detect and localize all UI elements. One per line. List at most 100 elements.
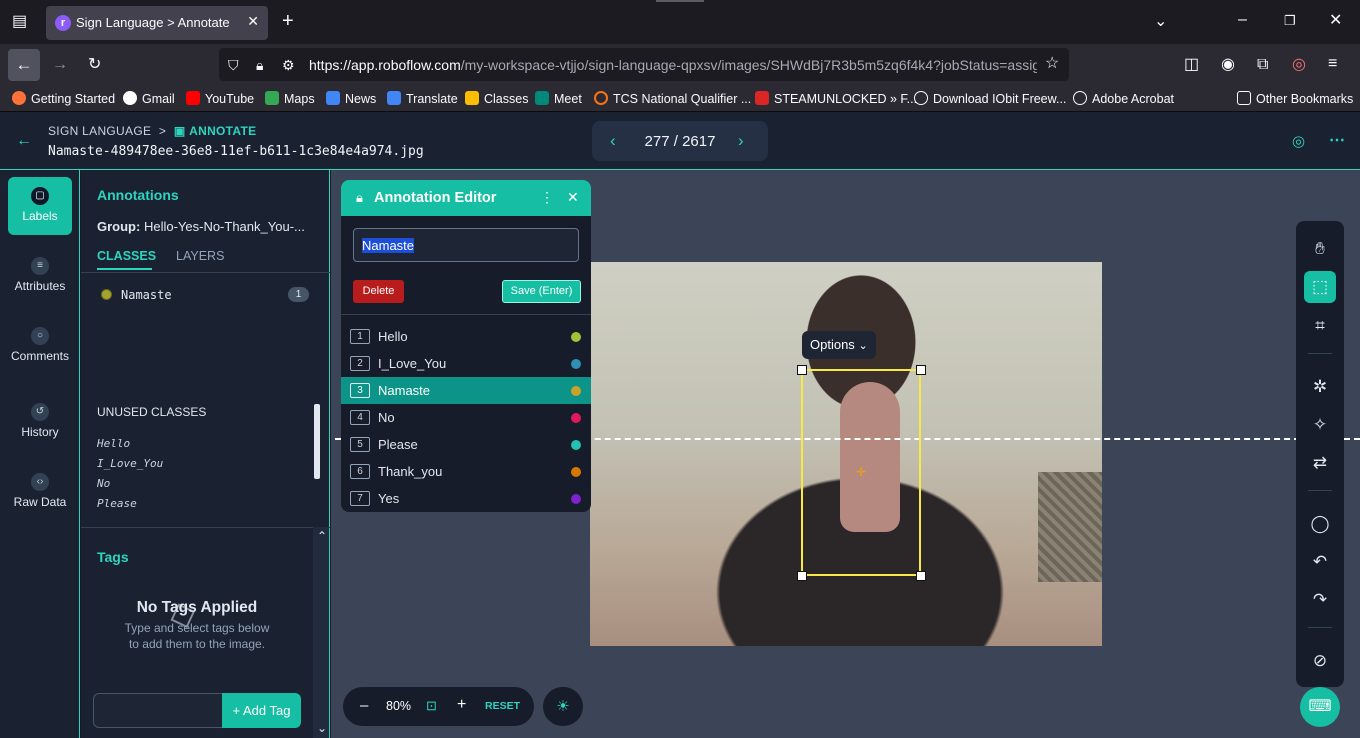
class-option[interactable]: 5 Please: [341, 431, 591, 458]
save-button[interactable]: Save (Enter): [502, 280, 581, 303]
class-option[interactable]: 6 Thank_you: [341, 458, 591, 485]
hide-annotations-icon[interactable]: ◎: [1292, 132, 1305, 150]
more-options-icon[interactable]: ⋯: [1329, 130, 1345, 150]
class-option-selected[interactable]: 3 Namaste: [341, 377, 591, 404]
permissions-icon[interactable]: ⚙: [282, 57, 295, 73]
delete-button[interactable]: Delete: [353, 280, 404, 303]
bookmark-item[interactable]: Maps: [265, 91, 315, 106]
bookmark-item[interactable]: News: [326, 91, 376, 106]
scroll-down-icon[interactable]: ⌄: [317, 721, 327, 735]
pocket-icon[interactable]: ◫: [1184, 57, 1199, 73]
bookmark-item[interactable]: Meet: [535, 91, 582, 106]
tool-panel: ✋︎ ⬚ ⌗ ✲ ✧ ⇄ ◯ ↶ ↷ ⊘: [1296, 221, 1344, 687]
comment-icon[interactable]: ◯: [1304, 508, 1336, 540]
tab-classes[interactable]: CLASSES: [97, 249, 156, 263]
crumb-project[interactable]: SIGN LANGUAGE: [48, 124, 151, 138]
bookmark-item[interactable]: Adobe Acrobat: [1073, 91, 1174, 106]
nav-attributes[interactable]: ≡ Attributes: [8, 247, 72, 305]
resize-handle[interactable]: [916, 571, 926, 581]
lock-icon[interactable]: 🔒︎: [256, 57, 263, 73]
magic-wand-icon[interactable]: ✧: [1304, 409, 1336, 441]
nav-comments[interactable]: ○ Comments: [8, 317, 72, 375]
new-tab-icon[interactable]: +: [282, 11, 294, 31]
reload-icon[interactable]: ↻: [88, 57, 101, 73]
window-close-icon[interactable]: ✕: [1329, 13, 1342, 29]
undo-icon[interactable]: ↶: [1304, 546, 1336, 578]
class-color-dot: [101, 289, 112, 300]
reset-button[interactable]: RESET: [485, 700, 520, 712]
brightness-icon[interactable]: ☀: [543, 687, 583, 726]
editor-close-icon[interactable]: ✕: [567, 189, 579, 206]
tab-underline: [97, 268, 152, 270]
nav-label: Labels: [22, 209, 58, 223]
browser-tab[interactable]: r Sign Language > Annotate ✕: [46, 6, 268, 40]
bounding-box-tool-icon[interactable]: ⬚: [1304, 271, 1336, 303]
lock-icon[interactable]: 🔒︎: [356, 190, 363, 206]
tab-list-icon[interactable]: ▤: [12, 14, 27, 30]
class-name-input[interactable]: Namaste: [353, 228, 579, 262]
account-icon[interactable]: ◉: [1221, 57, 1235, 73]
zoom-out-icon[interactable]: –: [360, 697, 368, 714]
zoom-lock-icon[interactable]: ⊡: [426, 698, 437, 714]
tag-input[interactable]: [93, 693, 223, 728]
back-icon[interactable]: ←: [8, 49, 40, 81]
extensions-icon[interactable]: ⧉: [1257, 57, 1268, 73]
tab-layers[interactable]: LAYERS: [176, 249, 224, 263]
unused-class[interactable]: I_Love_You: [97, 454, 163, 474]
unused-class[interactable]: Please: [97, 494, 163, 514]
unused-class[interactable]: Hello: [97, 434, 163, 454]
scrollbar-track[interactable]: [313, 527, 329, 738]
bookmark-item[interactable]: YouTube: [186, 91, 254, 106]
used-class-row[interactable]: Namaste 1: [81, 285, 330, 305]
bookmark-item[interactable]: Translate: [387, 91, 458, 106]
unused-class[interactable]: No: [97, 474, 163, 494]
bookmark-item[interactable]: TCS National Qualifier ...: [594, 91, 751, 106]
extension-glasses-icon[interactable]: ◎: [1292, 57, 1306, 73]
editor-more-icon[interactable]: ⋮: [540, 189, 554, 206]
bookmark-item[interactable]: Getting Started: [12, 91, 115, 106]
add-tag-button[interactable]: + Add Tag: [222, 693, 301, 728]
bookmark-item[interactable]: Classes: [465, 91, 528, 106]
group-info: Group: Hello-Yes-No-Thank_You-...: [97, 219, 305, 234]
scroll-up-icon[interactable]: ⌃: [317, 529, 327, 543]
scrollbar-thumb[interactable]: [314, 404, 320, 479]
next-image-icon[interactable]: ›: [738, 131, 744, 151]
annotate-icon: ▣: [173, 124, 186, 138]
hide-icon[interactable]: ⊘: [1304, 645, 1336, 677]
bookmark-star-icon[interactable]: ☆: [1045, 56, 1059, 72]
no-tags-sub2: to add them to the image.: [128, 637, 266, 651]
bookmark-label: Getting Started: [31, 92, 116, 106]
bookmark-item[interactable]: Gmail: [123, 91, 175, 106]
browser-nav-bar: ← → ↻ ⛉ 🔒︎ ⚙ https://app.roboflow.com/my…: [0, 44, 1360, 86]
shield-icon[interactable]: ⛉: [228, 57, 239, 73]
class-option[interactable]: 1 Hello: [341, 323, 591, 350]
keyboard-icon[interactable]: ⌨: [1300, 687, 1340, 727]
bookmark-item[interactable]: Download IObit Freew...: [914, 91, 1066, 106]
class-option[interactable]: 2 I_Love_You: [341, 350, 591, 377]
redo-icon[interactable]: ↷: [1304, 584, 1336, 616]
url-bar[interactable]: ⛉ 🔒︎ ⚙ https://app.roboflow.com/my-works…: [219, 48, 1069, 81]
class-option[interactable]: 4 No: [341, 404, 591, 431]
forward-icon[interactable]: →: [52, 57, 68, 73]
polygon-tool-icon[interactable]: ⌗: [1304, 310, 1336, 342]
smart-select-icon[interactable]: ✲: [1304, 371, 1336, 403]
hand-tool-icon[interactable]: ✋︎: [1304, 233, 1336, 265]
options-button[interactable]: Options ⌄: [802, 331, 876, 359]
tab-close-icon[interactable]: ✕: [247, 13, 259, 30]
bookmark-item[interactable]: STEAMUNLOCKED » F...: [755, 91, 917, 106]
repeat-icon[interactable]: ⇄: [1304, 447, 1336, 479]
class-option[interactable]: 7 Yes: [341, 485, 591, 512]
other-bookmarks[interactable]: Other Bookmarks: [1237, 91, 1353, 106]
zoom-in-icon[interactable]: +: [457, 696, 466, 714]
nav-history[interactable]: ↺ History: [8, 393, 72, 451]
minimize-icon[interactable]: –: [1238, 12, 1247, 28]
resize-handle[interactable]: [797, 365, 807, 375]
menu-icon[interactable]: ≡: [1328, 56, 1337, 72]
nav-labels[interactable]: ▢ Labels: [8, 177, 72, 235]
maximize-icon[interactable]: ❐: [1284, 13, 1296, 29]
resize-handle[interactable]: [916, 365, 926, 375]
nav-raw-data[interactable]: ‹› Raw Data: [8, 463, 72, 521]
chevron-down-icon[interactable]: ⌄: [1154, 14, 1167, 30]
back-arrow-icon[interactable]: ←: [16, 132, 32, 150]
resize-handle[interactable]: [797, 571, 807, 581]
